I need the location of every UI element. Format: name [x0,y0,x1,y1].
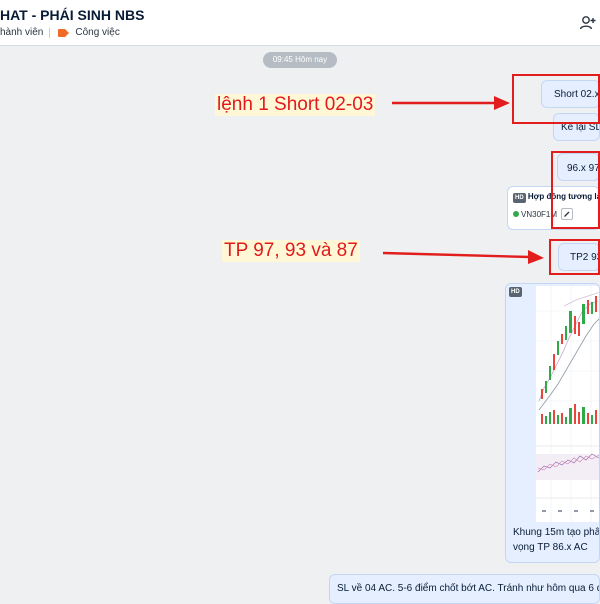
image-message[interactable]: HD Khung 15m tạo phân vọng TP 86.x AC [505,283,600,563]
members-link[interactable]: hành viên [0,27,43,38]
annotation-box [549,239,600,275]
tag-label[interactable]: Công việc [75,27,119,38]
divider [49,27,51,38]
hd-badge: HD [513,193,526,203]
annotation-box [512,74,600,124]
caption-line: vọng TP 86.x AC [513,542,588,553]
card-status-icon [513,211,519,217]
annotation-arrowhead [528,250,544,264]
message-text: SL về 04 AC. 5-6 điểm chốt bớt AC. Tránh… [337,583,600,594]
hd-badge: HD [509,287,522,297]
annotation-label-2: TP 97, 93 và 87 [222,240,360,262]
conversation-header: HAT - PHÁI SINH NBS hành viên Công việc [0,0,600,46]
conversation-title[interactable]: HAT - PHÁI SINH NBS [0,7,144,23]
annotation-arrow [382,251,531,259]
annotation-arrowhead [494,96,510,110]
time-separator: 09:45 Hôm nay [263,52,337,68]
chart-screenshot[interactable] [536,286,599,522]
conversation-subinfo: hành viên Công việc [0,27,120,38]
annotation-box [551,151,600,229]
annotation-label-1: lệnh 1 Short 02-03 [215,94,376,116]
image-caption: Khung 15m tạo phân vọng TP 86.x AC [513,525,600,555]
add-member-icon[interactable] [578,14,598,32]
caption-line: Khung 15m tạo phân [513,527,600,538]
